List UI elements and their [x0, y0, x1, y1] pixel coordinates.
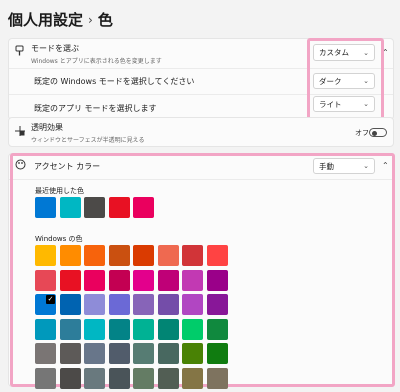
- accent-title: アクセント カラー: [34, 162, 101, 171]
- windows-color-swatch[interactable]: [182, 245, 203, 266]
- windows-color-swatch[interactable]: [133, 367, 154, 389]
- chevron-down-icon: ⌄: [363, 100, 369, 108]
- windows-color-swatch[interactable]: [133, 294, 154, 315]
- windows-color-swatch[interactable]: [157, 269, 179, 291]
- windows-color-swatch[interactable]: [108, 294, 130, 315]
- windows-color-swatch[interactable]: [133, 343, 154, 364]
- windows-color-swatch[interactable]: [108, 367, 130, 389]
- windows-color-swatch[interactable]: [84, 294, 105, 315]
- windows-color-swatch[interactable]: [157, 367, 179, 389]
- transparency-row[interactable]: 透明効果 ウィンドウとサーフェスが半透明に見える: [9, 118, 393, 148]
- windows-color-swatch[interactable]: [59, 269, 81, 291]
- transparency-description: ウィンドウとサーフェスが半透明に見える: [31, 137, 145, 144]
- windows-color-swatch[interactable]: [59, 318, 81, 340]
- check-icon: ✓: [46, 295, 55, 304]
- chevron-up-icon[interactable]: ⌃: [382, 48, 389, 57]
- windows-color-swatch[interactable]: [84, 343, 105, 364]
- transparency-state: オフ: [355, 129, 369, 137]
- transparency-toggle[interactable]: [369, 128, 387, 137]
- recent-color-swatch[interactable]: [108, 197, 130, 218]
- windows-color-swatch[interactable]: [84, 269, 105, 291]
- recent-colors-label: 最近使用した色: [35, 187, 84, 195]
- app-mode-select[interactable]: ライト ⌄: [313, 96, 375, 112]
- windows-mode-label: 既定の Windows モードを選択してください: [34, 77, 195, 86]
- windows-mode-select[interactable]: ダーク ⌄: [313, 73, 375, 89]
- windows-color-swatch[interactable]: [157, 294, 179, 315]
- windows-color-swatch[interactable]: [84, 245, 105, 266]
- accent-select-value: 手動: [319, 161, 334, 171]
- windows-color-swatch[interactable]: [59, 367, 81, 389]
- transparency-icon: [14, 125, 26, 140]
- chevron-down-icon: ⌄: [363, 77, 369, 85]
- windows-color-swatch[interactable]: [59, 294, 81, 315]
- windows-color-swatch[interactable]: [157, 318, 179, 340]
- windows-color-swatch[interactable]: [182, 367, 203, 389]
- windows-color-swatch[interactable]: [182, 343, 203, 364]
- toggle-knob: [372, 130, 377, 136]
- windows-color-swatch[interactable]: [206, 318, 228, 340]
- page-title: 色: [97, 11, 113, 29]
- windows-color-swatch[interactable]: [206, 245, 228, 266]
- windows-color-swatch[interactable]: [182, 318, 203, 340]
- windows-color-swatch[interactable]: [206, 367, 228, 389]
- windows-color-swatch[interactable]: [157, 245, 179, 266]
- transparency-card: 透明効果 ウィンドウとサーフェスが半透明に見える: [8, 117, 394, 147]
- windows-color-swatch[interactable]: [133, 269, 154, 291]
- transparency-title: 透明効果: [31, 123, 63, 132]
- windows-mode-value: ダーク: [319, 76, 342, 86]
- breadcrumb: 個人用設定 › 色: [8, 9, 113, 30]
- windows-color-swatch[interactable]: [157, 343, 179, 364]
- windows-color-swatch[interactable]: [206, 269, 228, 291]
- brush-icon: [14, 45, 25, 60]
- mode-description: Windows とアプリに表示される色を変更します: [31, 57, 162, 65]
- windows-color-swatch[interactable]: [206, 294, 228, 315]
- windows-color-swatch[interactable]: [35, 318, 56, 340]
- windows-color-swatch[interactable]: [206, 343, 228, 364]
- recent-color-swatch[interactable]: [59, 197, 81, 218]
- palette-icon: [15, 159, 26, 173]
- windows-color-swatch[interactable]: [108, 318, 130, 340]
- chevron-down-icon: ⌄: [363, 48, 369, 57]
- breadcrumb-separator: ›: [88, 12, 93, 27]
- windows-color-swatch[interactable]: [35, 245, 56, 266]
- windows-color-swatch[interactable]: [133, 318, 154, 340]
- app-mode-label: 既定のアプリ モードを選択します: [34, 103, 157, 113]
- windows-colors-label: Windows の色: [35, 235, 83, 243]
- recent-color-swatch[interactable]: [84, 197, 105, 218]
- recent-color-swatch[interactable]: [35, 197, 56, 218]
- windows-color-swatch[interactable]: [108, 343, 130, 364]
- windows-color-swatch[interactable]: [35, 343, 56, 364]
- recent-color-swatch[interactable]: [133, 197, 154, 218]
- windows-color-swatch[interactable]: [108, 269, 130, 291]
- windows-color-swatch[interactable]: [84, 367, 105, 389]
- windows-color-swatch[interactable]: [84, 318, 105, 340]
- chevron-up-icon[interactable]: ⌃: [382, 161, 389, 170]
- windows-color-swatch[interactable]: [35, 269, 56, 291]
- windows-color-swatch[interactable]: [59, 343, 81, 364]
- mode-select-value: カスタム: [319, 48, 349, 57]
- windows-color-swatch[interactable]: [133, 245, 154, 266]
- windows-color-swatch[interactable]: [182, 294, 203, 315]
- windows-color-swatch[interactable]: [182, 269, 203, 291]
- breadcrumb-parent[interactable]: 個人用設定: [8, 9, 83, 30]
- mode-title: モードを選ぶ: [31, 43, 79, 53]
- chevron-down-icon: ⌄: [363, 162, 369, 170]
- app-mode-value: ライト: [319, 99, 342, 109]
- accent-select[interactable]: 手動 ⌄: [313, 158, 375, 174]
- windows-color-swatch[interactable]: [59, 245, 81, 266]
- windows-color-swatch[interactable]: [108, 245, 130, 266]
- windows-color-swatch[interactable]: ✓: [34, 293, 57, 316]
- windows-color-swatch[interactable]: [35, 367, 56, 389]
- mode-select[interactable]: カスタム ⌄: [313, 44, 375, 61]
